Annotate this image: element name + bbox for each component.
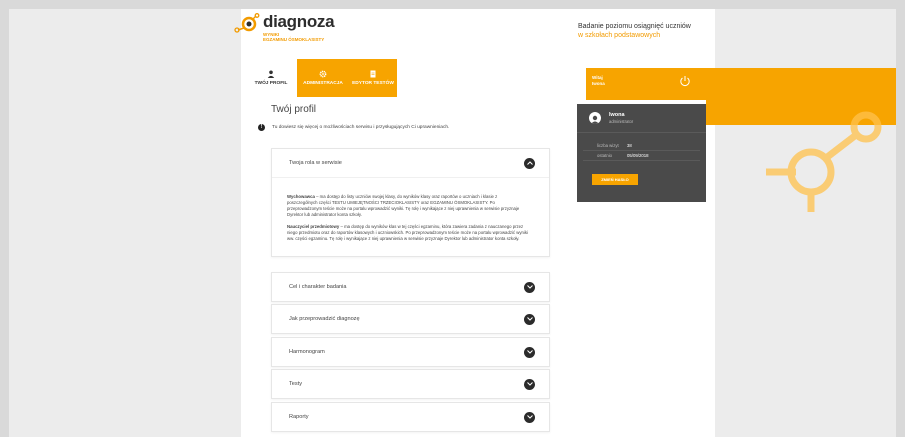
logo[interactable]: diagnoza WYNIKI EGZAMINU ÓSMOKLASISTY	[234, 12, 335, 42]
accordion-header[interactable]: Twoja rola w serwisie	[272, 149, 549, 177]
power-icon[interactable]	[679, 75, 691, 87]
accordion-goal[interactable]: Cel i charakter badania	[271, 272, 550, 302]
stat-label: liczba wizyt	[597, 143, 619, 148]
tab-profile[interactable]: TWÓJ PROFIL	[245, 59, 297, 97]
chevron-down-icon[interactable]	[524, 411, 535, 423]
stat-last-visit: ostatnio 05/09/2018	[583, 151, 700, 161]
chevron-down-icon[interactable]	[524, 346, 535, 358]
accordion-role: Twoja rola w serwisie Wychowawca – ma do…	[271, 148, 550, 257]
tab-administration[interactable]: ADMINISTRACJA	[297, 59, 349, 97]
accordion-reports[interactable]: Raporty	[271, 402, 550, 432]
stat-value: 38	[627, 143, 632, 148]
logo-mark-icon	[234, 13, 260, 33]
chevron-down-icon[interactable]	[524, 378, 535, 390]
user-role: administrator	[609, 119, 634, 124]
accordion-title: Twoja rola w serwisie	[289, 160, 342, 166]
accordion-title: Cel i charakter badania	[289, 284, 347, 290]
role-name: Wychowawca	[287, 194, 315, 199]
accordion-title: Testy	[289, 381, 303, 387]
welcome-user: Iwona	[592, 81, 605, 86]
role-text: – ma dostęp do listy uczniów swojej klas…	[287, 194, 520, 217]
main-tabs: TWÓJ PROFIL ADMINISTRACJA EDYTOR TESTÓW	[245, 59, 397, 97]
logo-text: diagnoza	[263, 12, 335, 31]
accordion-content: Wychowawca – ma dostęp do listy uczniów …	[272, 177, 549, 256]
logo-subtitle-2: EGZAMINU ÓSMOKLASISTY	[263, 37, 325, 42]
chevron-down-icon[interactable]	[524, 313, 535, 325]
network-decoration-icon	[766, 111, 882, 212]
change-password-button[interactable]: ZMIEŃ HASŁO	[592, 174, 638, 185]
info-message: ! Tu dowiesz się więcej o możliwościach …	[258, 124, 449, 131]
accordion-header[interactable]: Cel i charakter badania	[272, 273, 549, 301]
gear-icon	[319, 70, 327, 78]
chevron-down-icon[interactable]	[524, 281, 535, 293]
accordion-schedule[interactable]: Harmonogram	[271, 337, 550, 367]
accordion-title: Raporty	[289, 414, 309, 420]
info-icon: !	[258, 124, 265, 131]
user-panel: Iwona administrator liczba wizyt 38 osta…	[577, 100, 706, 202]
accordion-how-to[interactable]: Jak przeprowadzić diagnozę	[271, 304, 550, 334]
chevron-up-icon[interactable]	[524, 157, 535, 169]
tab-test-editor[interactable]: EDYTOR TESTÓW	[349, 59, 397, 97]
stat-label: ostatnio	[597, 153, 613, 158]
role-description-teacher: Nauczyciel przedmiotowy – ma dostęp do w…	[287, 224, 529, 242]
page-title: Twój profil	[271, 104, 317, 115]
welcome-text: Witaj Iwona	[592, 75, 605, 87]
accordion-header[interactable]: Jak przeprowadzić diagnozę	[272, 305, 549, 333]
accordion-header[interactable]: Harmonogram	[272, 338, 549, 366]
accordion-header[interactable]: Testy	[272, 370, 549, 398]
tab-administration-label: ADMINISTRACJA	[303, 81, 343, 86]
tagline-line-1: Badanie poziomu osiągnięć uczniów	[578, 23, 691, 30]
accordion-title: Harmonogram	[289, 349, 325, 355]
stat-value: 05/09/2018	[627, 153, 649, 158]
user-icon	[267, 70, 275, 78]
role-name: Nauczyciel przedmiotowy	[287, 224, 340, 229]
document-icon	[370, 70, 376, 78]
accordion-tests[interactable]: Testy	[271, 369, 550, 399]
site-tagline: Badanie poziomu osiągnięć uczniów w szko…	[578, 22, 691, 40]
tab-test-editor-label: EDYTOR TESTÓW	[352, 81, 394, 86]
user-header: Iwona administrator	[577, 104, 706, 133]
avatar-icon	[589, 112, 601, 124]
info-text: Tu dowiesz się więcej o możliwościach se…	[272, 125, 450, 130]
tab-profile-label: TWÓJ PROFIL	[254, 81, 288, 86]
stat-visits: liczba wizyt 38	[583, 141, 700, 151]
accordion-header[interactable]: Raporty	[272, 403, 549, 431]
accordion-title: Jak przeprowadzić diagnozę	[289, 316, 360, 322]
tagline-line-2: w szkołach podstawowych	[578, 32, 661, 39]
user-name: Iwona	[609, 112, 625, 118]
role-description-homeroom: Wychowawca – ma dostęp do listy uczniów …	[287, 194, 529, 218]
